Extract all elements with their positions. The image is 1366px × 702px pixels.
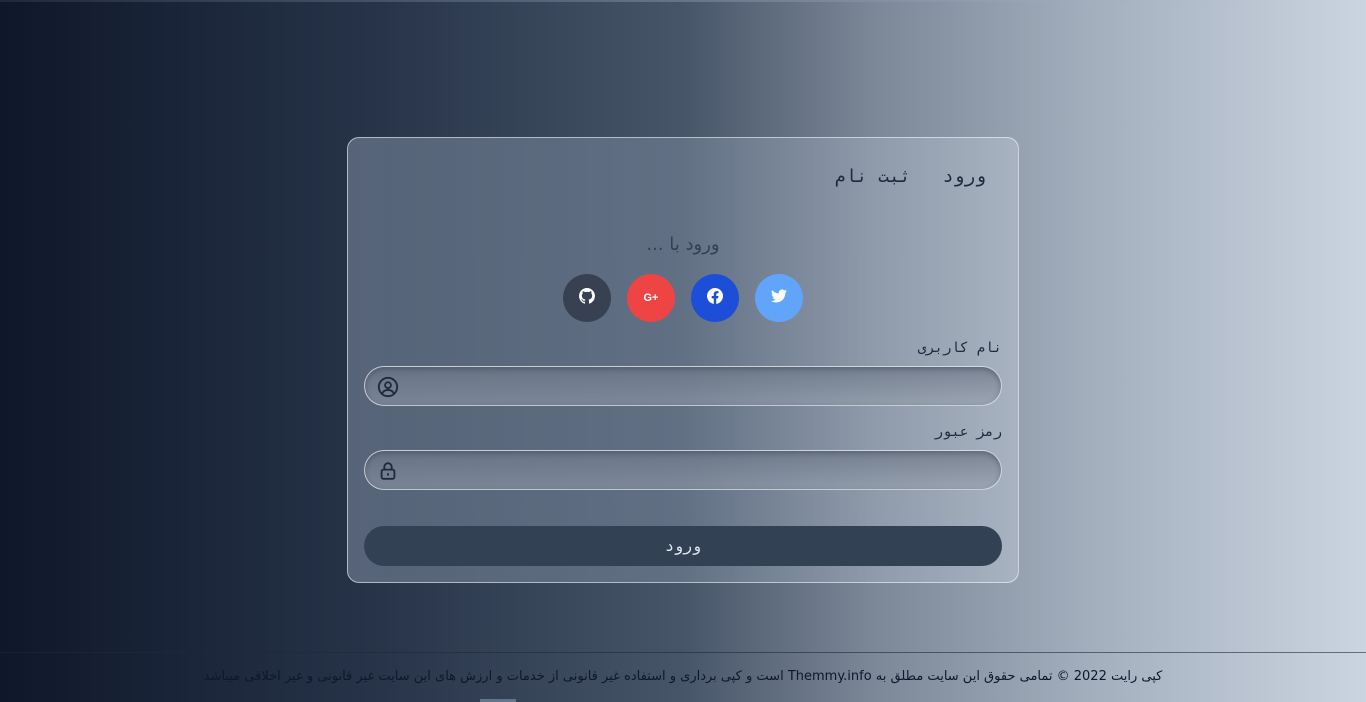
login-submit-button[interactable]: ورود [364, 526, 1002, 566]
social-buttons: G+ [348, 274, 1018, 322]
top-border [0, 0, 1366, 2]
auth-tabs: ورود ثبت نام [835, 166, 986, 187]
facebook-icon [707, 288, 723, 308]
password-input[interactable] [365, 451, 1001, 489]
tab-login[interactable]: ورود [943, 166, 986, 187]
login-card: ورود ثبت نام ورود با ... G+ نام کاربری ر… [347, 137, 1019, 583]
social-login-heading: ورود با ... [646, 234, 720, 255]
username-field-wrapper [364, 366, 1002, 406]
github-button[interactable] [563, 274, 611, 322]
copyright-text: کپی رایت 2022 © تمامی حقوق این سایت مطلق… [203, 669, 1163, 684]
username-input[interactable] [365, 367, 1001, 405]
google-plus-button[interactable]: G+ [627, 274, 675, 322]
facebook-button[interactable] [691, 274, 739, 322]
username-label: نام کاربری [917, 340, 1002, 356]
footer: کپی رایت 2022 © تمامی حقوق این سایت مطلق… [0, 652, 1366, 702]
twitter-icon [771, 288, 787, 308]
lock-icon [377, 460, 399, 482]
password-label: رمز عبور [934, 424, 1002, 440]
password-field-wrapper [364, 450, 1002, 490]
tab-register[interactable]: ثبت نام [835, 166, 911, 187]
google-plus-icon: G+ [643, 292, 659, 304]
twitter-button[interactable] [755, 274, 803, 322]
user-circle-icon [377, 376, 399, 398]
github-icon [579, 288, 595, 308]
